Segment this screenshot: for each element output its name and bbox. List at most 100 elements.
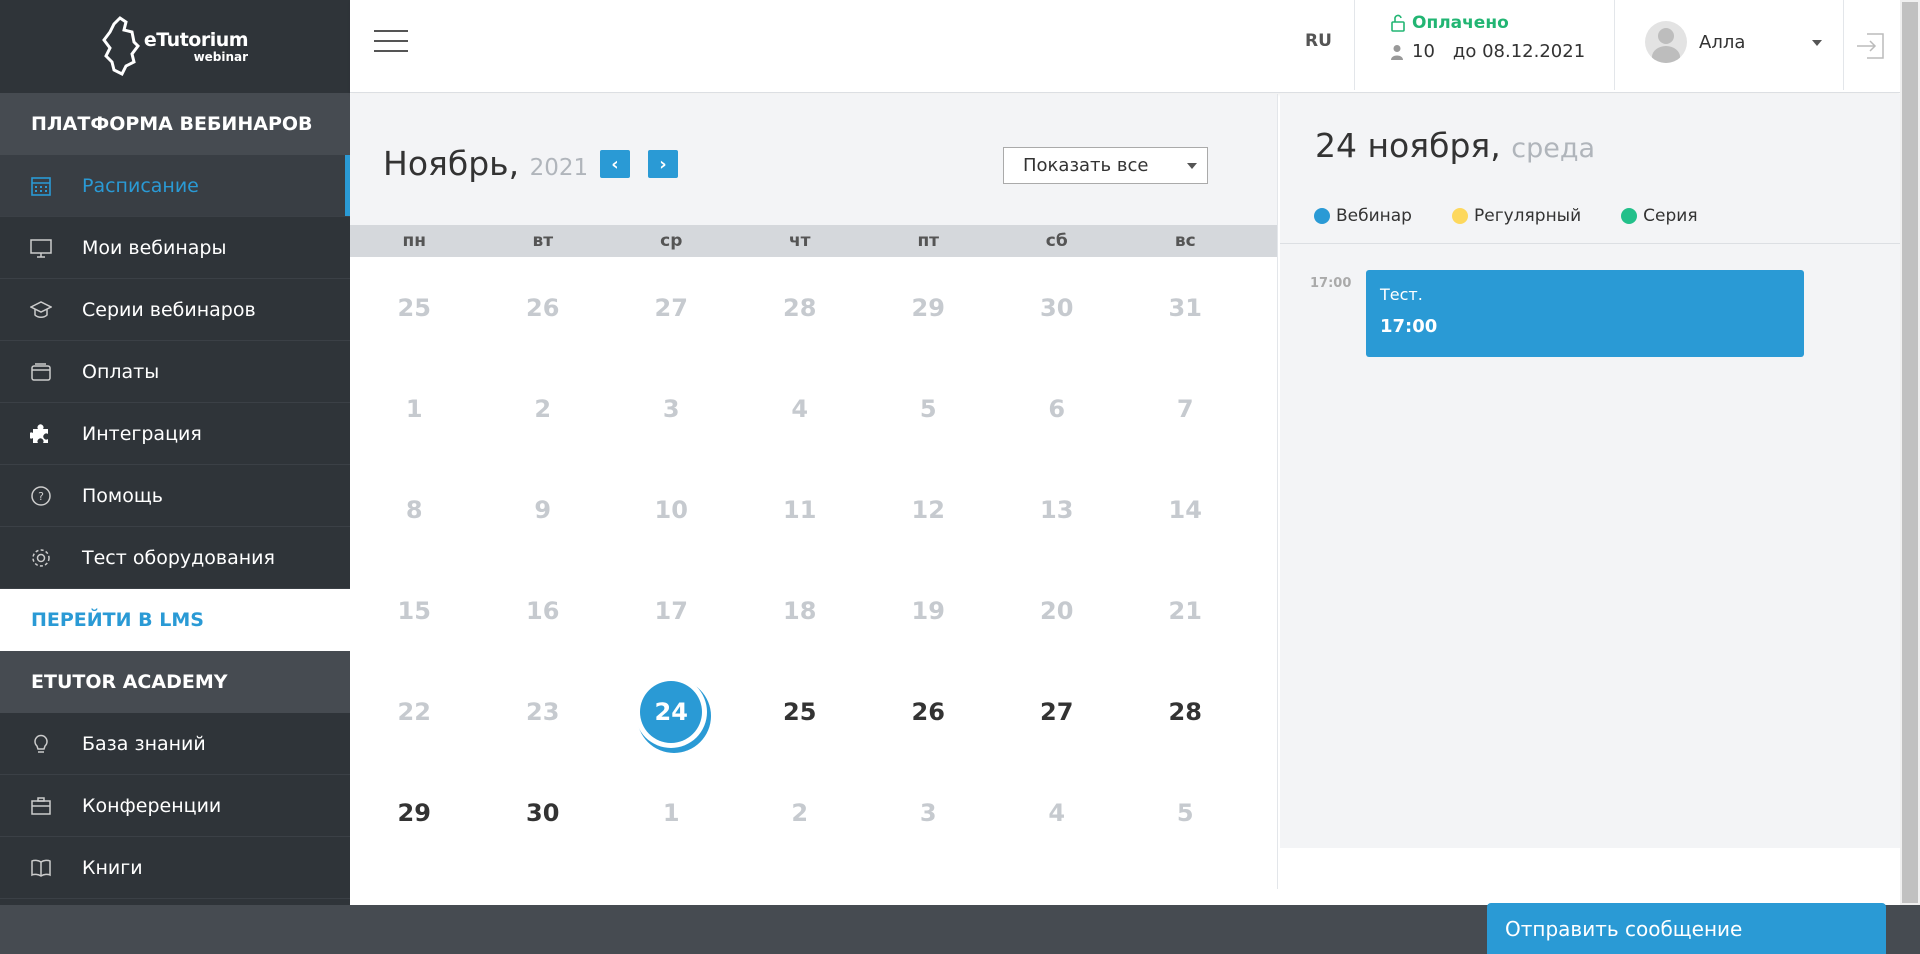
calendar-day[interactable]: 28: [736, 257, 865, 358]
legend-dot: [1451, 208, 1468, 224]
sidebar-item-webinar-series[interactable]: Серии вебинаров: [0, 279, 350, 341]
calendar-day[interactable]: 6: [993, 358, 1122, 459]
month-name: Ноябрь,: [383, 144, 520, 183]
calendar-day[interactable]: 11: [736, 459, 865, 560]
calendar-day[interactable]: 3: [864, 762, 993, 863]
chevron-down-icon[interactable]: [1812, 40, 1822, 46]
sidebar-item-conferences[interactable]: Конференции: [0, 775, 350, 837]
weekday-label: вс: [1174, 231, 1196, 251]
calendar-icon: [30, 175, 52, 197]
page-scrollbar-thumb[interactable]: [1902, 2, 1918, 903]
sidebar-item-knowledge-base[interactable]: База знаний: [0, 713, 350, 775]
calendar-day[interactable]: 29: [350, 762, 479, 863]
calendar-day-today[interactable]: 24: [607, 661, 736, 762]
calendar-day[interactable]: 16: [479, 560, 608, 661]
calendar-day[interactable]: 15: [350, 560, 479, 661]
logo[interactable]: eTutorium webinar: [0, 0, 350, 93]
puzzle-icon: [30, 423, 52, 445]
legend-dot: [1621, 208, 1638, 224]
calendar-day[interactable]: 19: [864, 560, 993, 661]
calendar-day[interactable]: 4: [993, 762, 1122, 863]
calendar-day[interactable]: 4: [736, 358, 865, 459]
user-menu[interactable]: Алла: [1645, 21, 1745, 63]
calendar-day[interactable]: 20: [993, 560, 1122, 661]
legend-label: Серия: [1643, 206, 1698, 226]
calendar-day[interactable]: 18: [736, 560, 865, 661]
calendar-day[interactable]: 9: [479, 459, 608, 560]
calendar-day[interactable]: 29: [864, 257, 993, 358]
event-filter-select[interactable]: Показать все: [1003, 147, 1208, 184]
user-name: Алла: [1699, 31, 1746, 53]
calendar-day[interactable]: 21: [1121, 560, 1250, 661]
weekday-label: сб: [1045, 231, 1068, 251]
legend-dot: [1314, 208, 1330, 224]
sidebar-item-my-webinars[interactable]: Мои вебинары: [0, 217, 350, 279]
sidebar-item-label: Помощь: [82, 484, 163, 507]
lms-link[interactable]: ПЕРЕЙТИ В LMS: [0, 589, 350, 651]
calendar-day[interactable]: 25: [736, 661, 865, 762]
calendar-day[interactable]: 30: [993, 257, 1122, 358]
sidebar-item-payments[interactable]: Оплаты: [0, 341, 350, 403]
send-message-button[interactable]: Отправить сообщение: [1487, 903, 1886, 954]
legend-label: Регулярный: [1473, 206, 1582, 226]
weekday-header: пн вт ср чт пт сб вс: [350, 225, 1277, 257]
book-icon: [30, 857, 52, 879]
calendar-day[interactable]: 14: [1121, 459, 1250, 560]
calendar-day[interactable]: 27: [993, 661, 1122, 762]
event-legend: Вебинар Регулярный Серия: [1314, 206, 1698, 226]
calendar-day[interactable]: 28: [1121, 661, 1250, 762]
hamburger-menu-icon[interactable]: [374, 30, 408, 52]
gear-icon: [30, 547, 52, 569]
calendar-day[interactable]: 26: [864, 661, 993, 762]
calendar-day[interactable]: 23: [479, 661, 608, 762]
today-marker: 24: [640, 680, 703, 743]
calendar-day[interactable]: 8: [350, 459, 479, 560]
calendar-day[interactable]: 10: [607, 459, 736, 560]
calendar-day[interactable]: 17: [607, 560, 736, 661]
sidebar-item-integration[interactable]: Интеграция: [0, 403, 350, 465]
avatar: [1645, 21, 1687, 63]
logo-map-icon: [102, 15, 140, 76]
plan-expiry: до 08.12.2021: [1452, 41, 1586, 62]
calendar-day[interactable]: 1: [607, 762, 736, 863]
calendar: Ноябрь, 2021 ‹ › Показать все пн вт ср ч…: [350, 94, 1278, 889]
sidebar-item-books[interactable]: Книги: [0, 837, 350, 899]
chevron-down-icon: [1187, 163, 1197, 169]
calendar-day[interactable]: 1: [350, 358, 479, 459]
calendar-day[interactable]: 5: [864, 358, 993, 459]
event-time: 17:00: [1380, 316, 1438, 337]
calendar-day[interactable]: 13: [993, 459, 1122, 560]
logo-text: eTutorium: [143, 28, 249, 51]
logout-icon[interactable]: [1855, 30, 1887, 66]
sidebar-item-equipment-test[interactable]: Тест оборудования: [0, 527, 350, 589]
plan-status: Оплачено 10 до 08.12.2021: [1390, 13, 1585, 62]
calendar-day[interactable]: 5: [1121, 762, 1250, 863]
calendar-day[interactable]: 30: [479, 762, 608, 863]
graduation-cap-icon: [30, 299, 52, 321]
calendar-day[interactable]: 25: [350, 257, 479, 358]
selected-weekday: среда: [1511, 133, 1596, 164]
event-card[interactable]: Тест. 17:00: [1366, 270, 1804, 357]
weekday-label: чт: [788, 231, 811, 251]
sidebar-item-label: Конференции: [82, 794, 222, 817]
filter-value: Показать все: [1023, 155, 1149, 176]
next-month-button[interactable]: ›: [648, 150, 678, 178]
calendar-day[interactable]: 2: [736, 762, 865, 863]
prev-month-button[interactable]: ‹: [600, 150, 630, 178]
legend-item-regular: Регулярный: [1451, 206, 1582, 226]
sidebar-item-schedule[interactable]: Расписание: [0, 155, 350, 217]
user-icon: [1391, 44, 1403, 60]
calendar-day[interactable]: 2: [479, 358, 608, 459]
calendar-day[interactable]: 12: [864, 459, 993, 560]
calendar-day[interactable]: 3: [607, 358, 736, 459]
sidebar-item-label: Тест оборудования: [82, 546, 275, 569]
sidebar-item-help[interactable]: ? Помощь: [0, 465, 350, 527]
calendar-day[interactable]: 26: [479, 257, 608, 358]
calendar-day[interactable]: 7: [1121, 358, 1250, 459]
calendar-day[interactable]: 27: [607, 257, 736, 358]
calendar-day[interactable]: 31: [1121, 257, 1250, 358]
calendar-day[interactable]: 22: [350, 661, 479, 762]
language-switch[interactable]: RU: [1305, 31, 1332, 51]
sidebar-item-label: Оплаты: [82, 360, 160, 383]
legend-label: Вебинар: [1336, 206, 1412, 226]
